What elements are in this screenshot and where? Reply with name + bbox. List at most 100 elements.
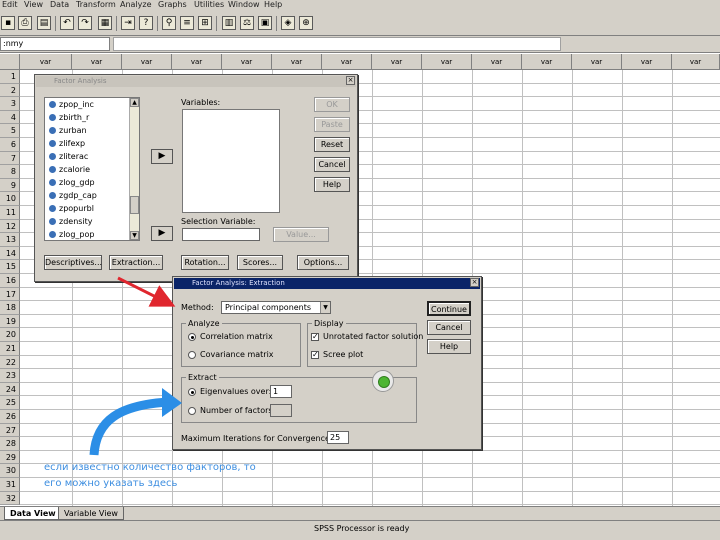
grid-corner[interactable] xyxy=(0,54,20,70)
eigenvalues-input[interactable]: 1 xyxy=(270,385,292,398)
menu-utilities[interactable]: Utilities xyxy=(194,0,224,10)
list-item[interactable]: zbirth_r xyxy=(45,111,139,124)
row-header[interactable]: 23 xyxy=(0,369,20,383)
paste-button[interactable]: Paste xyxy=(314,117,350,132)
menu-graphs[interactable]: Graphs xyxy=(158,0,187,10)
menu-view[interactable]: View xyxy=(24,0,43,10)
print-icon[interactable]: ⎙ xyxy=(18,16,32,30)
row-header[interactable]: 25 xyxy=(0,396,20,410)
list-item[interactable]: zurban xyxy=(45,124,139,137)
row-header[interactable]: 12 xyxy=(0,219,20,234)
chevron-down-icon[interactable]: ▼ xyxy=(320,302,330,313)
row-header[interactable]: 31 xyxy=(0,478,20,492)
scree-plot-checkbox[interactable]: ✓ xyxy=(311,351,319,359)
continue-button[interactable]: Continue xyxy=(427,301,471,316)
column-header[interactable]: var xyxy=(422,54,472,70)
variables-icon[interactable]: ? xyxy=(139,16,153,30)
row-header[interactable]: 22 xyxy=(0,355,20,370)
column-header[interactable]: var xyxy=(672,54,720,70)
value-labels-icon[interactable]: ◈ xyxy=(281,16,295,30)
reset-button[interactable]: Reset xyxy=(314,137,350,152)
column-header[interactable]: var xyxy=(20,54,72,70)
list-item[interactable]: zlog_pop xyxy=(45,228,139,240)
column-header[interactable]: var xyxy=(522,54,572,70)
row-header[interactable]: 15 xyxy=(0,260,20,274)
column-header[interactable]: var xyxy=(572,54,622,70)
row-header[interactable]: 26 xyxy=(0,410,20,424)
row-header[interactable]: 16 xyxy=(0,274,20,288)
eigenvalues-radio[interactable] xyxy=(188,388,196,396)
row-header[interactable]: 27 xyxy=(0,423,20,438)
use-sets-icon[interactable]: ⊕ xyxy=(299,16,313,30)
extraction-help-button[interactable]: Help xyxy=(427,339,471,354)
target-variables-list[interactable] xyxy=(182,109,280,213)
column-header[interactable]: var xyxy=(622,54,672,70)
tab-data-view[interactable]: Data View xyxy=(4,507,62,520)
row-header[interactable]: 10 xyxy=(0,192,20,206)
scores-button[interactable]: Scores... xyxy=(237,255,283,270)
max-iterations-input[interactable]: 25 xyxy=(327,431,349,444)
ok-button[interactable]: OK xyxy=(314,97,350,112)
select-cases-icon[interactable]: ▣ xyxy=(258,16,272,30)
number-of-factors-radio[interactable] xyxy=(188,407,196,415)
column-header[interactable]: var xyxy=(272,54,322,70)
row-header[interactable]: 8 xyxy=(0,165,20,179)
number-of-factors-input[interactable] xyxy=(270,404,292,417)
row-header[interactable]: 3 xyxy=(0,97,20,111)
cell-reference[interactable]: :nmy xyxy=(0,37,110,51)
weight-cases-icon[interactable]: ⚖ xyxy=(240,16,254,30)
row-header[interactable]: 7 xyxy=(0,151,20,166)
cell-value-input[interactable] xyxy=(113,37,561,51)
menu-analyze[interactable]: Analyze xyxy=(120,0,152,10)
list-item[interactable]: zpopurbl xyxy=(45,202,139,215)
column-header[interactable]: var xyxy=(322,54,372,70)
menu-edit[interactable]: Edit xyxy=(2,0,18,10)
column-header[interactable]: var xyxy=(372,54,422,70)
cancel-button[interactable]: Cancel xyxy=(314,157,350,172)
row-header[interactable]: 9 xyxy=(0,178,20,193)
redo-icon[interactable]: ↷ xyxy=(78,16,92,30)
rotation-button[interactable]: Rotation... xyxy=(181,255,229,270)
row-header[interactable]: 1 xyxy=(0,70,20,84)
menu-data[interactable]: Data xyxy=(50,0,69,10)
close-icon[interactable]: × xyxy=(346,76,355,85)
close-icon[interactable]: × xyxy=(470,278,479,287)
covariance-matrix-radio[interactable] xyxy=(188,351,196,359)
move-to-selection-button[interactable]: ▶ xyxy=(151,226,173,241)
menu-window[interactable]: Window xyxy=(228,0,260,10)
correlation-matrix-radio[interactable] xyxy=(188,333,196,341)
options-button[interactable]: Options... xyxy=(297,255,349,270)
row-header[interactable]: 20 xyxy=(0,328,20,342)
row-header[interactable]: 4 xyxy=(0,110,20,125)
menu-transform[interactable]: Transform xyxy=(76,0,116,10)
row-header[interactable]: 24 xyxy=(0,382,20,397)
scroll-thumb[interactable] xyxy=(130,196,139,214)
column-header[interactable]: var xyxy=(122,54,172,70)
value-button[interactable]: Value... xyxy=(273,227,329,242)
row-header[interactable]: 19 xyxy=(0,314,20,329)
scroll-up-icon[interactable]: ▲ xyxy=(130,98,139,107)
scroll-down-icon[interactable]: ▼ xyxy=(130,231,139,240)
descriptives-button[interactable]: Descriptives... xyxy=(44,255,102,270)
row-header[interactable]: 28 xyxy=(0,437,20,451)
list-item[interactable]: zlifexp xyxy=(45,137,139,150)
find-icon[interactable]: ⚲ xyxy=(162,16,176,30)
method-dropdown[interactable]: Principal components ▼ xyxy=(221,301,331,314)
list-item[interactable]: zliterac xyxy=(45,150,139,163)
source-variable-list[interactable]: zpop_inc zbirth_r zurban zlifexp zliterac zca… xyxy=(44,97,140,241)
undo-icon[interactable]: ↶ xyxy=(60,16,74,30)
row-header[interactable]: 18 xyxy=(0,301,20,315)
extraction-button[interactable]: Extraction... xyxy=(109,255,163,270)
row-header[interactable]: 5 xyxy=(0,124,20,138)
column-header[interactable]: var xyxy=(172,54,222,70)
row-header[interactable]: 13 xyxy=(0,233,20,247)
row-header[interactable]: 32 xyxy=(0,491,20,506)
tab-variable-view[interactable]: Variable View xyxy=(58,507,124,520)
column-header[interactable]: var xyxy=(222,54,272,70)
move-to-variables-button[interactable]: ▶ xyxy=(151,149,173,164)
list-item[interactable]: zpop_inc xyxy=(45,98,139,111)
column-header[interactable]: var xyxy=(472,54,522,70)
row-header[interactable]: 21 xyxy=(0,342,20,356)
list-item[interactable]: zlog_gdp xyxy=(45,176,139,189)
variable-list-scrollbar[interactable]: ▲ ▼ xyxy=(129,98,139,240)
